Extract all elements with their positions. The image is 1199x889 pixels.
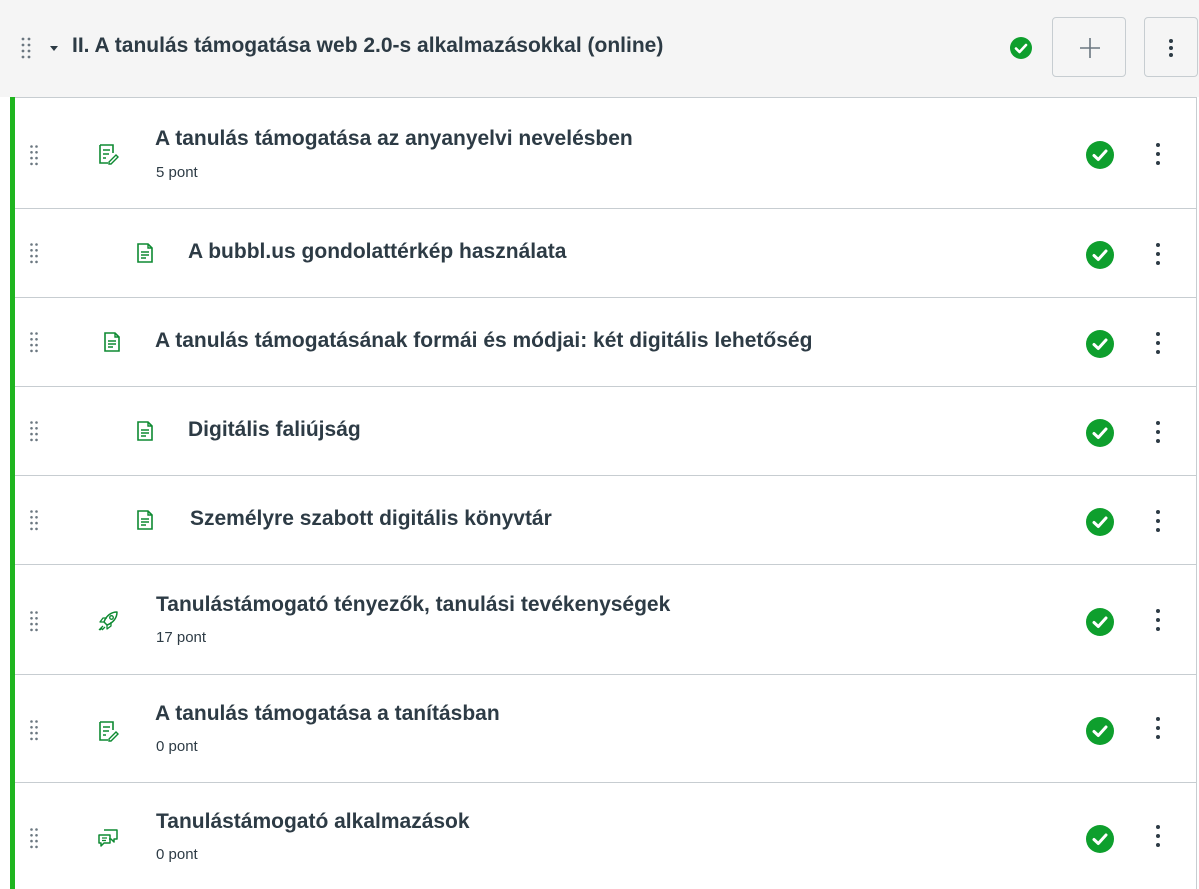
published-check-icon[interactable] — [1086, 241, 1114, 269]
collapse-caret-icon[interactable] — [50, 46, 58, 51]
drag-handle-icon[interactable] — [29, 420, 39, 442]
vertical-dots-icon[interactable] — [1152, 824, 1164, 848]
drag-handle-icon[interactable] — [29, 242, 39, 264]
item-points: 0 pont — [156, 846, 198, 863]
vertical-dots-icon[interactable] — [1152, 242, 1164, 266]
quiz-rocket-icon — [98, 611, 118, 631]
page-icon — [137, 243, 153, 263]
discussion-icon — [98, 829, 118, 847]
assignment-icon — [99, 721, 119, 742]
list-item[interactable]: Digitális faliújság — [15, 386, 1197, 475]
item-points: 5 pont — [156, 164, 198, 181]
module-items-list: A tanulás támogatása az anyanyelvi nevel… — [0, 97, 1199, 889]
list-item[interactable]: Személyre szabott digitális könyvtár — [15, 475, 1197, 564]
item-title[interactable]: Tanulástámogató tényezők, tanulási tevék… — [156, 593, 670, 617]
plus-icon — [1080, 38, 1100, 58]
module: II. A tanulás támogatása web 2.0-s alkal… — [0, 0, 1199, 889]
item-points: 17 pont — [156, 629, 207, 646]
published-check-icon[interactable] — [1086, 825, 1114, 853]
drag-handle-icon[interactable] — [29, 331, 39, 353]
list-item[interactable]: A tanulás támogatása az anyanyelvi nevel… — [15, 97, 1197, 208]
vertical-dots-icon[interactable] — [1152, 420, 1164, 444]
drag-handle-icon[interactable] — [29, 827, 39, 849]
item-title[interactable]: A tanulás támogatásának formái és módjai… — [155, 329, 812, 353]
published-check-icon[interactable] — [1010, 37, 1032, 59]
vertical-dots-icon — [1169, 39, 1173, 57]
module-menu-button[interactable] — [1144, 17, 1198, 77]
vertical-dots-icon[interactable] — [1152, 716, 1164, 740]
item-title[interactable]: A tanulás támogatása a tanításban — [155, 702, 500, 726]
module-title[interactable]: II. A tanulás támogatása web 2.0-s alkal… — [72, 34, 663, 58]
page-icon — [137, 421, 153, 441]
item-title[interactable]: A tanulás támogatása az anyanyelvi nevel… — [155, 127, 633, 151]
item-title[interactable]: A bubbl.us gondolattérkép használata — [188, 240, 566, 264]
item-points: 0 pont — [156, 738, 198, 755]
published-check-icon[interactable] — [1086, 608, 1114, 636]
vertical-dots-icon[interactable] — [1152, 608, 1164, 632]
drag-handle-icon[interactable] — [29, 144, 39, 166]
vertical-dots-icon[interactable] — [1152, 142, 1164, 166]
module-header[interactable]: II. A tanulás támogatása web 2.0-s alkal… — [0, 0, 1199, 97]
published-check-icon[interactable] — [1086, 330, 1114, 358]
drag-handle-icon[interactable] — [20, 36, 32, 60]
list-item[interactable]: A tanulás támogatása a tanításban 0 pont — [15, 674, 1197, 782]
page-icon — [137, 510, 153, 530]
published-check-icon[interactable] — [1086, 508, 1114, 536]
item-title[interactable]: Személyre szabott digitális könyvtár — [190, 507, 552, 531]
published-check-icon[interactable] — [1086, 717, 1114, 745]
drag-handle-icon[interactable] — [29, 509, 39, 531]
drag-handle-icon[interactable] — [29, 610, 39, 632]
list-item[interactable]: A bubbl.us gondolattérkép használata — [15, 208, 1197, 297]
list-item[interactable]: Tanulástámogató tényezők, tanulási tevék… — [15, 564, 1197, 674]
list-item[interactable]: A tanulás támogatásának formái és módjai… — [15, 297, 1197, 386]
vertical-dots-icon[interactable] — [1152, 509, 1164, 533]
assignment-icon — [99, 144, 119, 165]
vertical-dots-icon[interactable] — [1152, 331, 1164, 355]
list-item[interactable]: Tanulástámogató alkalmazások 0 pont — [15, 782, 1197, 889]
drag-handle-icon[interactable] — [29, 719, 39, 741]
add-item-button[interactable] — [1052, 17, 1126, 77]
published-check-icon[interactable] — [1086, 419, 1114, 447]
published-check-icon[interactable] — [1086, 141, 1114, 169]
page-icon — [104, 332, 120, 352]
item-title[interactable]: Digitális faliújság — [188, 418, 361, 442]
item-title[interactable]: Tanulástámogató alkalmazások — [156, 810, 470, 834]
